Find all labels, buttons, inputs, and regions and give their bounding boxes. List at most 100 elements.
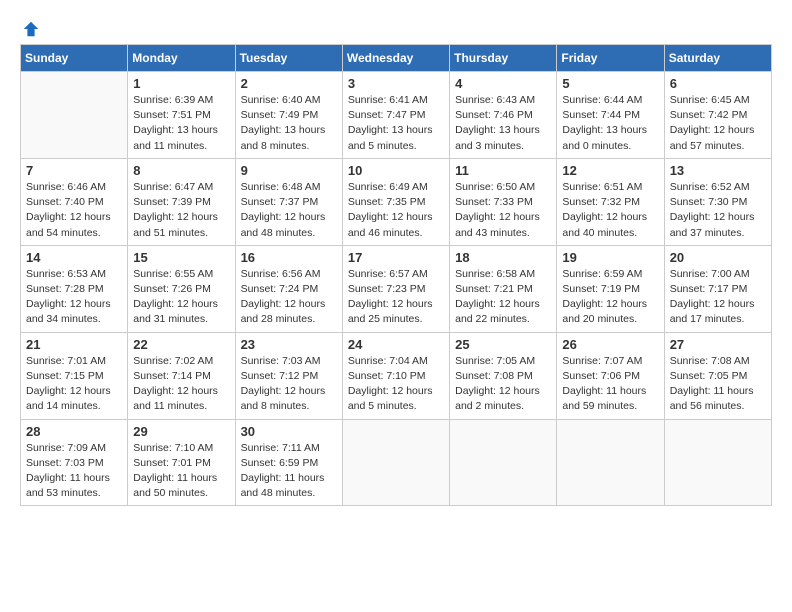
day-number: 24 [348, 337, 444, 352]
calendar-header-row: SundayMondayTuesdayWednesdayThursdayFrid… [21, 45, 772, 72]
logo [20, 20, 40, 34]
day-number: 11 [455, 163, 551, 178]
day-info: Sunrise: 7:01 AMSunset: 7:15 PMDaylight:… [26, 354, 122, 415]
day-number: 29 [133, 424, 229, 439]
day-number: 26 [562, 337, 658, 352]
day-number: 21 [26, 337, 122, 352]
day-info: Sunrise: 6:46 AMSunset: 7:40 PMDaylight:… [26, 180, 122, 241]
day-info: Sunrise: 6:41 AMSunset: 7:47 PMDaylight:… [348, 93, 444, 154]
calendar-header-sunday: Sunday [21, 45, 128, 72]
day-number: 22 [133, 337, 229, 352]
calendar-cell: 5 Sunrise: 6:44 AMSunset: 7:44 PMDaylight… [557, 72, 664, 159]
day-info: Sunrise: 6:59 AMSunset: 7:19 PMDaylight:… [562, 267, 658, 328]
day-info: Sunrise: 6:51 AMSunset: 7:32 PMDaylight:… [562, 180, 658, 241]
day-number: 27 [670, 337, 766, 352]
calendar-week-2: 7 Sunrise: 6:46 AMSunset: 7:40 PMDaylight… [21, 158, 772, 245]
calendar-cell: 23 Sunrise: 7:03 AMSunset: 7:12 PMDayligh… [235, 332, 342, 419]
day-number: 20 [670, 250, 766, 265]
day-number: 18 [455, 250, 551, 265]
day-number: 9 [241, 163, 337, 178]
day-info: Sunrise: 7:04 AMSunset: 7:10 PMDaylight:… [348, 354, 444, 415]
calendar-week-1: 1Sunrise: 6:39 AMSunset: 7:51 PMDaylight… [21, 72, 772, 159]
day-info: Sunrise: 6:39 AMSunset: 7:51 PMDaylight:… [133, 93, 229, 154]
calendar-cell: 1Sunrise: 6:39 AMSunset: 7:51 PMDaylight… [128, 72, 235, 159]
day-info: Sunrise: 6:56 AMSunset: 7:24 PMDaylight:… [241, 267, 337, 328]
day-number: 30 [241, 424, 337, 439]
calendar-cell: 14 Sunrise: 6:53 AMSunset: 7:28 PMDayligh… [21, 245, 128, 332]
day-info: Sunrise: 6:45 AMSunset: 7:42 PMDaylight:… [670, 93, 766, 154]
calendar-cell: 19 Sunrise: 6:59 AMSunset: 7:19 PMDayligh… [557, 245, 664, 332]
page-header [20, 20, 772, 34]
day-number: 3 [348, 76, 444, 91]
calendar-cell: 8 Sunrise: 6:47 AMSunset: 7:39 PMDaylight… [128, 158, 235, 245]
day-info: Sunrise: 7:00 AMSunset: 7:17 PMDaylight:… [670, 267, 766, 328]
calendar-cell: 26 Sunrise: 7:07 AMSunset: 7:06 PMDayligh… [557, 332, 664, 419]
day-info: Sunrise: 7:03 AMSunset: 7:12 PMDaylight:… [241, 354, 337, 415]
calendar-cell: 18 Sunrise: 6:58 AMSunset: 7:21 PMDayligh… [450, 245, 557, 332]
calendar-cell: 9 Sunrise: 6:48 AMSunset: 7:37 PMDaylight… [235, 158, 342, 245]
calendar-cell: 7 Sunrise: 6:46 AMSunset: 7:40 PMDaylight… [21, 158, 128, 245]
day-number: 25 [455, 337, 551, 352]
day-number: 5 [562, 76, 658, 91]
calendar-header-thursday: Thursday [450, 45, 557, 72]
day-number: 13 [670, 163, 766, 178]
calendar-cell: 6 Sunrise: 6:45 AMSunset: 7:42 PMDaylight… [664, 72, 771, 159]
day-number: 8 [133, 163, 229, 178]
calendar-cell: 27 Sunrise: 7:08 AMSunset: 7:05 PMDayligh… [664, 332, 771, 419]
day-number: 10 [348, 163, 444, 178]
calendar-week-5: 28Sunrise: 7:09 AMSunset: 7:03 PMDayligh… [21, 419, 772, 506]
calendar-cell [557, 419, 664, 506]
calendar-cell [450, 419, 557, 506]
day-info: Sunrise: 7:08 AMSunset: 7:05 PMDaylight:… [670, 354, 766, 415]
calendar-cell: 20 Sunrise: 7:00 AMSunset: 7:17 PMDayligh… [664, 245, 771, 332]
day-info: Sunrise: 6:57 AMSunset: 7:23 PMDaylight:… [348, 267, 444, 328]
calendar-cell: 16 Sunrise: 6:56 AMSunset: 7:24 PMDayligh… [235, 245, 342, 332]
calendar-cell: 24 Sunrise: 7:04 AMSunset: 7:10 PMDayligh… [342, 332, 449, 419]
calendar-cell: 21 Sunrise: 7:01 AMSunset: 7:15 PMDayligh… [21, 332, 128, 419]
logo-icon [22, 20, 40, 38]
day-info: Sunrise: 6:40 AMSunset: 7:49 PMDaylight:… [241, 93, 337, 154]
day-info: Sunrise: 6:47 AMSunset: 7:39 PMDaylight:… [133, 180, 229, 241]
calendar-cell: 12 Sunrise: 6:51 AMSunset: 7:32 PMDayligh… [557, 158, 664, 245]
day-number: 7 [26, 163, 122, 178]
calendar-cell: 3 Sunrise: 6:41 AMSunset: 7:47 PMDaylight… [342, 72, 449, 159]
day-info: Sunrise: 7:10 AMSunset: 7:01 PMDaylight:… [133, 441, 229, 502]
day-info: Sunrise: 6:49 AMSunset: 7:35 PMDaylight:… [348, 180, 444, 241]
day-number: 16 [241, 250, 337, 265]
calendar-cell: 28Sunrise: 7:09 AMSunset: 7:03 PMDayligh… [21, 419, 128, 506]
calendar-header-friday: Friday [557, 45, 664, 72]
calendar-cell: 29 Sunrise: 7:10 AMSunset: 7:01 PMDayligh… [128, 419, 235, 506]
day-number: 17 [348, 250, 444, 265]
calendar-cell: 30 Sunrise: 7:11 AMSunset: 6:59 PMDayligh… [235, 419, 342, 506]
calendar-cell: 4Sunrise: 6:43 AMSunset: 7:46 PMDaylight… [450, 72, 557, 159]
day-info: Sunrise: 6:50 AMSunset: 7:33 PMDaylight:… [455, 180, 551, 241]
day-number: 23 [241, 337, 337, 352]
day-number: 6 [670, 76, 766, 91]
calendar-cell: 15Sunrise: 6:55 AMSunset: 7:26 PMDayligh… [128, 245, 235, 332]
calendar-cell [664, 419, 771, 506]
day-info: Sunrise: 6:44 AMSunset: 7:44 PMDaylight:… [562, 93, 658, 154]
calendar-cell: 17 Sunrise: 6:57 AMSunset: 7:23 PMDayligh… [342, 245, 449, 332]
calendar-cell: 11 Sunrise: 6:50 AMSunset: 7:33 PMDayligh… [450, 158, 557, 245]
day-number: 19 [562, 250, 658, 265]
calendar-cell: 2Sunrise: 6:40 AMSunset: 7:49 PMDaylight… [235, 72, 342, 159]
day-info: Sunrise: 6:53 AMSunset: 7:28 PMDaylight:… [26, 267, 122, 328]
day-info: Sunrise: 7:02 AMSunset: 7:14 PMDaylight:… [133, 354, 229, 415]
calendar-week-3: 14 Sunrise: 6:53 AMSunset: 7:28 PMDayligh… [21, 245, 772, 332]
day-info: Sunrise: 6:48 AMSunset: 7:37 PMDaylight:… [241, 180, 337, 241]
day-info: Sunrise: 7:07 AMSunset: 7:06 PMDaylight:… [562, 354, 658, 415]
calendar-table: SundayMondayTuesdayWednesdayThursdayFrid… [20, 44, 772, 506]
calendar-header-wednesday: Wednesday [342, 45, 449, 72]
calendar-header-monday: Monday [128, 45, 235, 72]
calendar-cell [21, 72, 128, 159]
day-info: Sunrise: 6:58 AMSunset: 7:21 PMDaylight:… [455, 267, 551, 328]
calendar-cell: 13Sunrise: 6:52 AMSunset: 7:30 PMDayligh… [664, 158, 771, 245]
day-number: 14 [26, 250, 122, 265]
day-info: Sunrise: 7:11 AMSunset: 6:59 PMDaylight:… [241, 441, 337, 502]
calendar-week-4: 21 Sunrise: 7:01 AMSunset: 7:15 PMDayligh… [21, 332, 772, 419]
calendar-cell: 10 Sunrise: 6:49 AMSunset: 7:35 PMDayligh… [342, 158, 449, 245]
calendar-cell: 22 Sunrise: 7:02 AMSunset: 7:14 PMDayligh… [128, 332, 235, 419]
day-number: 12 [562, 163, 658, 178]
calendar-cell [342, 419, 449, 506]
day-number: 28 [26, 424, 122, 439]
